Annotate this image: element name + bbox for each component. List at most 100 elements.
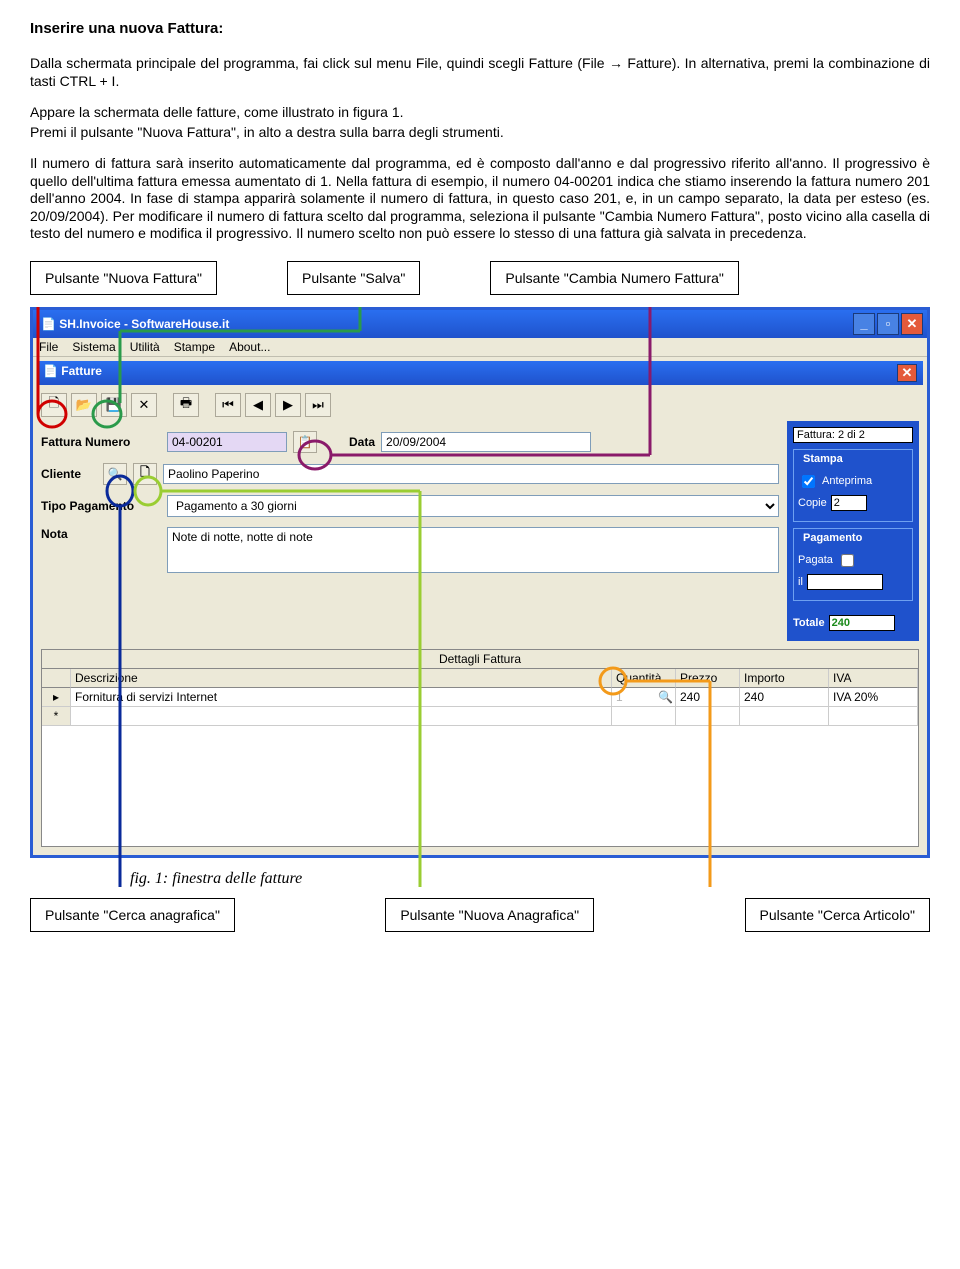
callout-nuova-fattura: Pulsante "Nuova Fattura" <box>30 261 217 295</box>
totale-value <box>829 615 895 631</box>
textarea-nota[interactable]: Note di notte, notte di note <box>167 527 779 573</box>
next-icon: ▶ <box>283 397 293 413</box>
label-cliente: Cliente <box>41 467 97 481</box>
window-title-text: 📄 SH.Invoice - SoftwareHouse.it <box>41 317 229 331</box>
menu-stampe[interactable]: Stampe <box>174 340 215 354</box>
label-nota: Nota <box>41 527 161 541</box>
stampa-group: Stampa Anteprima Copie <box>793 449 913 522</box>
label-data: Data <box>349 435 375 449</box>
cell-importo[interactable]: 240 <box>740 688 829 707</box>
menu-utilita[interactable]: Utilità <box>130 340 160 354</box>
prev-icon: ◀ <box>253 397 263 413</box>
delete-button[interactable]: ✕ <box>131 393 157 417</box>
menu-sistema[interactable]: Sistema <box>72 340 115 354</box>
header-price: Prezzo <box>676 669 740 688</box>
stampa-title: Stampa <box>800 453 846 465</box>
pagamento-group: Pagamento Pagata il <box>793 528 913 601</box>
cell-desc[interactable]: Fornitura di servizi Internet <box>71 688 612 707</box>
maximize-button[interactable]: ▫ <box>877 313 899 335</box>
menubar: File Sistema Utilità Stampe About... <box>33 338 927 357</box>
input-fattura-numero[interactable] <box>167 432 287 452</box>
menu-about[interactable]: About... <box>229 340 270 354</box>
pagata-label: Pagata <box>798 554 833 566</box>
paragraph-3: Premi il pulsante "Nuova Fattura", in al… <box>30 124 930 142</box>
new-anagrafica-button[interactable]: 🗋 <box>133 463 157 485</box>
copie-input[interactable] <box>831 495 867 511</box>
new-file-icon: 🗋 <box>49 394 59 416</box>
callout-cambia-numero: Pulsante "Cambia Numero Fattura" <box>490 261 738 295</box>
new-row-marker-icon: * <box>42 707 71 726</box>
new-invoice-button[interactable]: 🗋 <box>41 393 67 417</box>
subwindow-title-text: 📄 Fatture <box>43 364 102 382</box>
nav-next-button[interactable]: ▶ <box>275 393 301 417</box>
figure-caption: fig. 1: finestra delle fatture <box>130 870 930 888</box>
save-button[interactable]: 💾 <box>101 393 127 417</box>
select-tipo-pag[interactable]: Pagamento a 30 giorni <box>167 495 779 517</box>
grid-header-row: Descrizione Quantità Prezzo Importo IVA <box>42 669 918 688</box>
anteprima-label: Anteprima <box>822 475 872 487</box>
menu-file[interactable]: File <box>39 340 58 354</box>
label-tipo-pag: Tipo Pagamento <box>41 499 161 513</box>
label-fattura-numero: Fattura Numero <box>41 435 161 449</box>
app-window: 📄 SH.Invoice - SoftwareHouse.it _ ▫ ✕ Fi… <box>30 307 930 858</box>
cell-qty[interactable]: 🔍1 <box>612 688 676 707</box>
left-panel: Fattura Numero 📋 Data Cliente 🔍 🗋 Tipo P… <box>41 421 779 641</box>
header-qty: Quantità <box>612 669 676 688</box>
input-data[interactable] <box>381 432 591 452</box>
delete-icon: ✕ <box>139 397 150 413</box>
toolbar: 🗋 📂 💾 ✕ 🖶 ⏮ ◀ ▶ ⏭ <box>33 389 927 421</box>
grid-title: Dettagli Fattura <box>42 650 918 669</box>
il-label: il <box>798 576 803 588</box>
totale-label: Totale <box>793 617 825 629</box>
screenshot-wrapper: 📄 SH.Invoice - SoftwareHouse.it _ ▫ ✕ Fi… <box>30 307 930 858</box>
callout-salva: Pulsante "Salva" <box>287 261 420 295</box>
cell-iva[interactable]: IVA 20% <box>829 688 918 707</box>
paragraph-2: Appare la schermata delle fatture, come … <box>30 104 930 122</box>
row-tipo-pagamento: Tipo Pagamento Pagamento a 30 giorni <box>41 495 779 517</box>
header-desc: Descrizione <box>71 669 612 688</box>
counter-display: Fattura: 2 di 2 <box>793 427 913 443</box>
callout-cerca-articolo: Pulsante "Cerca Articolo" <box>745 898 930 932</box>
open-button[interactable]: 📂 <box>71 393 97 417</box>
window-titlebar: 📄 SH.Invoice - SoftwareHouse.it _ ▫ ✕ <box>33 310 927 338</box>
search-article-button[interactable]: 🔍 <box>658 690 673 704</box>
change-number-button[interactable]: 📋 <box>293 431 317 453</box>
window-buttons: _ ▫ ✕ <box>853 313 923 335</box>
anteprima-checkbox[interactable] <box>802 475 815 488</box>
paragraph-4: Il numero di fattura sarà inserito autom… <box>30 155 930 243</box>
nav-last-button[interactable]: ⏭ <box>305 393 331 417</box>
subwindow-close-button[interactable]: ✕ <box>897 364 917 382</box>
table-row-empty[interactable]: * <box>42 707 918 726</box>
callout-cerca-anagrafica: Pulsante "Cerca anagrafica" <box>30 898 235 932</box>
new-file-icon: 🗋 <box>140 463 150 484</box>
minimize-button[interactable]: _ <box>853 313 875 335</box>
print-button[interactable]: 🖶 <box>173 393 199 417</box>
nav-prev-button[interactable]: ◀ <box>245 393 271 417</box>
search-anagrafica-button[interactable]: 🔍 <box>103 463 127 485</box>
row-fattura-numero: Fattura Numero 📋 Data <box>41 431 779 453</box>
details-grid: Dettagli Fattura Descrizione Quantità Pr… <box>41 649 919 847</box>
notepad-icon: 📋 <box>298 435 313 449</box>
window-close-button[interactable]: ✕ <box>901 313 923 335</box>
il-input[interactable] <box>807 574 883 590</box>
header-iva: IVA <box>829 669 918 688</box>
input-cliente[interactable] <box>163 464 779 484</box>
row-marker-icon: ▸ <box>42 688 71 707</box>
search-question-icon: 🔍 <box>108 467 123 481</box>
nav-first-button[interactable]: ⏮ <box>215 393 241 417</box>
copie-label: Copie <box>798 497 827 509</box>
pagata-checkbox[interactable] <box>841 554 854 567</box>
bottom-callout-row: Pulsante "Cerca anagrafica" Pulsante "Nu… <box>30 898 930 932</box>
table-row[interactable]: ▸ Fornitura di servizi Internet 🔍1 240 2… <box>42 688 918 707</box>
print-icon: 🖶 <box>180 394 192 416</box>
pagamento-title: Pagamento <box>800 532 865 544</box>
top-callout-row: Pulsante "Nuova Fattura" Pulsante "Salva… <box>30 261 930 295</box>
row-nota: Nota Note di notte, notte di note <box>41 527 779 573</box>
row-cliente: Cliente 🔍 🗋 <box>41 463 779 485</box>
last-icon: ⏭ <box>312 397 324 413</box>
cell-price[interactable]: 240 <box>676 688 740 707</box>
body-area: Fattura Numero 📋 Data Cliente 🔍 🗋 Tipo P… <box>33 421 927 649</box>
callout-nuova-anagrafica: Pulsante "Nuova Anagrafica" <box>385 898 594 932</box>
save-disk-icon: 💾 <box>106 397 122 413</box>
doc-title: Inserire una nuova Fattura: <box>30 20 930 37</box>
